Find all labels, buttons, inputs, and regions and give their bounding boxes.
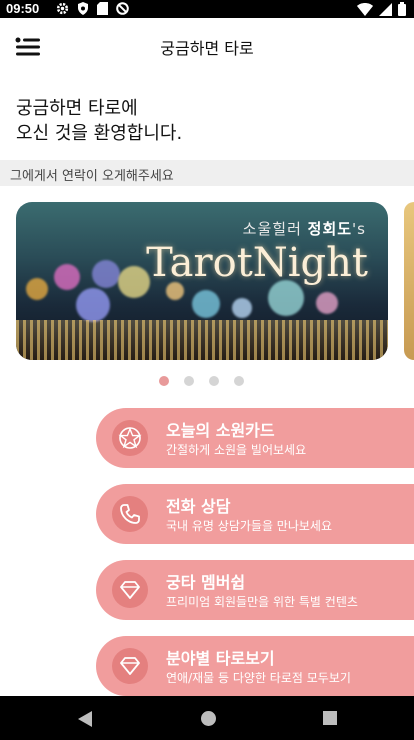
banner-tarot-night[interactable]: 소울힐러 정회도's TarotNight [16,202,388,360]
card-icon-wrap [112,420,148,456]
card-icon-wrap [112,496,148,532]
back-icon[interactable] [78,711,92,727]
card-membership[interactable]: 궁타 멤버쉽 프리미엄 회원들만을 위한 특별 컨텐츠 [96,560,414,620]
status-icons-right [357,2,406,16]
phone-icon [120,504,140,524]
pager-dot[interactable] [159,376,169,386]
bokeh-light [54,264,80,290]
card-title: 전화 상담 [166,497,231,516]
card-subtitle: 국내 유명 상담가들을 만나보세요 [166,519,333,533]
carousel-pager [159,376,244,386]
pager-dot[interactable] [234,376,244,386]
welcome-line-1: 궁금하면 타로에 [16,98,138,119]
contact-strip-text: 그에게서 연락이 오게해주세요 [10,169,174,184]
bokeh-light [192,290,220,318]
card-icon-wrap [112,572,148,608]
status-bar: 09:50 [0,0,414,18]
diamond-icon [120,657,140,675]
pentagram-icon [118,427,142,449]
welcome-message: 궁금하면 타로에 오신 것을 환영합니다. [16,96,182,146]
bokeh-light [316,292,338,314]
banner-next-peek[interactable] [404,202,414,360]
banner-subtitle: 소울힐러 정회도's [242,220,366,238]
signal-icon [379,2,392,16]
app-bar: 궁금하면 타로 [0,18,414,76]
bokeh-light [26,278,48,300]
gear-icon [56,2,69,15]
card-title: 궁타 멤버쉽 [166,573,246,592]
card-subtitle: 간절하게 소원을 빌어보세요 [166,443,307,457]
recents-icon[interactable] [323,711,337,725]
card-subtitle: 연애/재물 등 다양한 타로점 모두보기 [166,671,351,685]
card-phone-consult[interactable]: 전화 상담 국내 유명 상담가들을 만나보세요 [96,484,414,544]
home-icon[interactable] [201,711,216,726]
bokeh-light [92,260,120,288]
city-lights [16,320,388,360]
card-title: 오늘의 소원카드 [166,421,275,440]
shield-icon [78,2,88,15]
app-title: 궁금하면 타로 [160,39,254,58]
diamond-icon [120,581,140,599]
welcome-line-2: 오신 것을 환영합니다. [16,123,183,144]
pager-dot[interactable] [184,376,194,386]
card-tarot-by-category[interactable]: 분야별 타로보기 연애/재물 등 다양한 타로점 모두보기 [96,636,414,696]
card-title: 분야별 타로보기 [166,649,275,668]
no-sign-icon [116,2,129,15]
wifi-icon [357,2,373,16]
bokeh-light [232,298,252,318]
system-nav-bar [0,696,414,740]
card-wish-card[interactable]: 오늘의 소원카드 간절하게 소원을 빌어보세요 [96,408,414,468]
contact-strip[interactable]: 그에게서 연락이 오게해주세요 [0,160,414,186]
bokeh-light [76,288,110,322]
card-icon-wrap [112,648,148,684]
battery-icon [398,2,406,16]
pager-dot[interactable] [209,376,219,386]
status-time: 09:50 [6,1,40,16]
banner-title: TarotNight [146,240,368,286]
sd-card-icon [97,2,108,15]
card-subtitle: 프리미엄 회원들만을 위한 특별 컨텐츠 [166,595,358,609]
status-icons-left [56,2,129,15]
